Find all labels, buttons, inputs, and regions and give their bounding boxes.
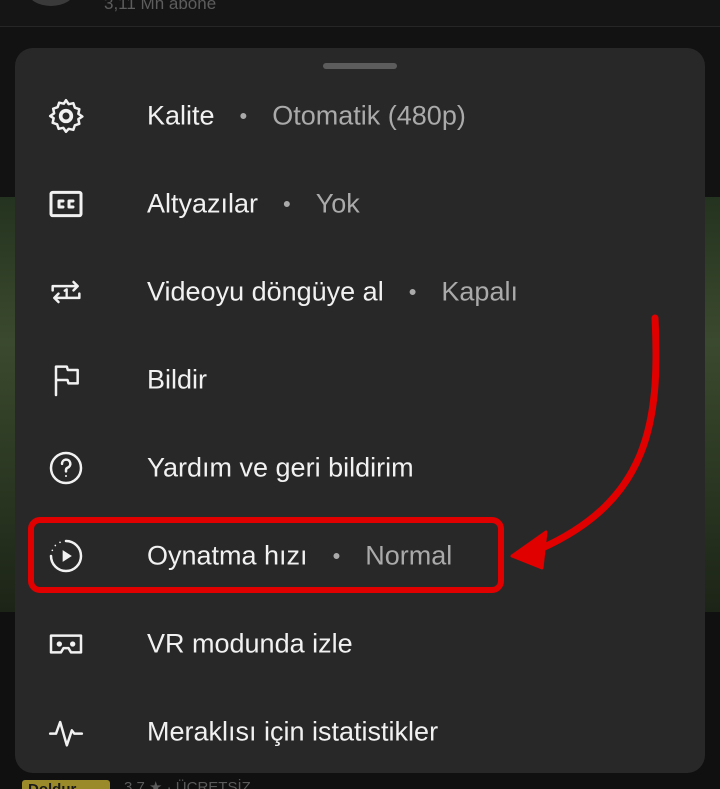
menu-value: Yok	[315, 188, 360, 219]
background-header: 3,11 Mn abone	[0, 0, 720, 26]
menu-label: Altyazılar	[147, 188, 259, 219]
repeat-one-icon	[45, 271, 87, 313]
menu-item-report[interactable]: Bildir	[15, 336, 705, 424]
app-badge: Doldur	[22, 780, 110, 789]
menu-item-loop[interactable]: Videoyu döngüye al • Kapalı	[15, 248, 705, 336]
separator-dot: •	[332, 543, 341, 568]
menu-label: Oynatma hızı	[147, 540, 308, 571]
closed-captions-icon	[45, 183, 87, 225]
separator-dot: •	[408, 279, 417, 304]
pulse-icon	[45, 711, 87, 753]
menu-label: Meraklısı için istatistikler	[147, 716, 439, 747]
menu-label: Bildir	[147, 364, 208, 395]
menu-label: Videoyu döngüye al	[147, 276, 384, 307]
separator-dot: •	[239, 103, 248, 128]
menu-item-playback-speed[interactable]: Oynatma hızı • Normal	[15, 512, 705, 600]
menu-item-help[interactable]: Yardım ve geri bildirim	[15, 424, 705, 512]
settings-bottom-sheet: Kalite • Otomatik (480p) Altyazılar • Yo…	[15, 48, 705, 773]
gear-icon	[45, 95, 87, 137]
menu-value: Otomatik (480p)	[272, 100, 466, 131]
menu-label: Kalite	[147, 100, 215, 131]
menu-item-stats[interactable]: Meraklısı için istatistikler	[15, 688, 705, 776]
vr-headset-icon	[45, 623, 87, 665]
drag-handle[interactable]	[323, 63, 397, 69]
app-meta: 3,7 ★ · ÜCRETSİZ	[124, 779, 251, 789]
separator-dot: •	[283, 191, 291, 216]
channel-avatar	[28, 0, 74, 6]
menu-value: Normal	[365, 540, 453, 571]
playback-speed-icon	[45, 535, 87, 577]
menu-value: Kapalı	[441, 276, 518, 307]
menu-item-quality[interactable]: Kalite • Otomatik (480p)	[15, 72, 705, 160]
flag-icon	[45, 359, 87, 401]
help-circle-icon	[45, 447, 87, 489]
menu-label: Yardım ve geri bildirim	[147, 452, 414, 483]
menu-item-captions[interactable]: Altyazılar • Yok	[15, 160, 705, 248]
menu-label: VR modunda izle	[147, 628, 353, 659]
subscriber-count: 3,11 Mn abone	[104, 0, 217, 13]
menu-item-vr[interactable]: VR modunda izle	[15, 600, 705, 688]
